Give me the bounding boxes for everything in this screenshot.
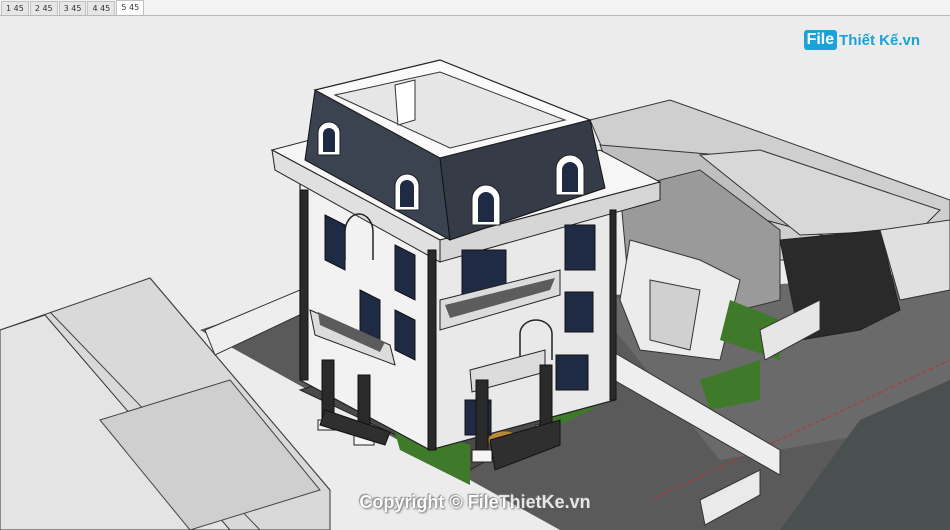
scene-tab-bar: 1 45 2 45 3 45 4 45 5 45 bbox=[0, 0, 950, 16]
logo-file-box: File bbox=[803, 30, 838, 50]
filethietke-logo: File Thiết Kế.vn bbox=[803, 30, 920, 50]
model-viewport[interactable]: File Thiết Kế.vn bbox=[0, 16, 950, 530]
scene-tab-5[interactable]: 5 45 bbox=[116, 0, 145, 15]
logo-brand-text: Thiết Kế.vn bbox=[839, 31, 920, 49]
copyright-watermark: Copyright © FileThietKe.vn bbox=[359, 492, 591, 512]
scene-tab-3[interactable]: 3 45 bbox=[58, 1, 87, 15]
scene-tab-1[interactable]: 1 45 bbox=[1, 1, 29, 15]
villa-3d-model bbox=[0, 59, 950, 530]
scene-tab-4[interactable]: 4 45 bbox=[87, 1, 116, 15]
scene-tab-2[interactable]: 2 45 bbox=[29, 1, 58, 15]
